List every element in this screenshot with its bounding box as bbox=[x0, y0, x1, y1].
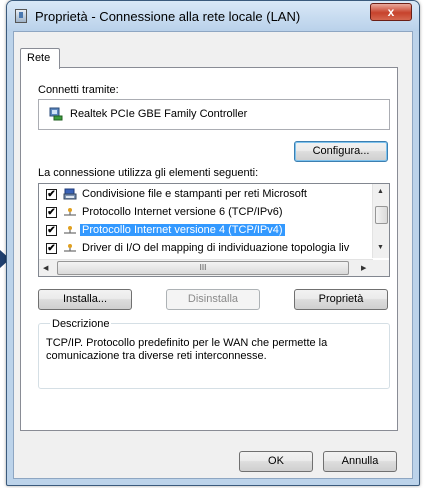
scroll-right-icon[interactable]: ▶ bbox=[361, 264, 366, 272]
window-title: Proprietà - Connessione alla rete locale… bbox=[35, 9, 301, 24]
printer-share-icon bbox=[63, 188, 77, 200]
components-list[interactable]: ✔ Condivisione file e stampanti per reti… bbox=[38, 183, 390, 277]
scroll-up-icon[interactable]: ▲ bbox=[377, 188, 384, 195]
tab-rete[interactable]: Rete bbox=[20, 48, 60, 69]
uninstall-button: Disinstalla bbox=[166, 289, 260, 310]
connect-via-label: Connetti tramite: bbox=[38, 84, 119, 96]
list-item[interactable]: ✔ Driver di I/O del mapping di individua… bbox=[39, 240, 374, 258]
protocol-icon bbox=[64, 226, 76, 234]
ok-button[interactable]: OK bbox=[239, 451, 313, 472]
description-text: TCP/IP. Protocollo predefinito per le WA… bbox=[46, 337, 328, 362]
network-adapter-icon bbox=[15, 9, 27, 23]
properties-button[interactable]: Proprietà bbox=[294, 289, 388, 310]
scroll-corner bbox=[373, 260, 389, 276]
item-label: Protocollo Internet versione 4 (TCP/IPv4… bbox=[80, 224, 285, 236]
tab-rete-label: Rete bbox=[27, 52, 51, 64]
cancel-button[interactable]: Annulla bbox=[323, 451, 397, 472]
item-checkbox[interactable]: ✔ bbox=[46, 225, 57, 236]
items-section-label: La connessione utilizza gli elementi seg… bbox=[38, 167, 259, 179]
item-label: Protocollo Internet versione 6 (TCP/IPv6… bbox=[82, 206, 283, 218]
item-label: Condivisione file e stampanti per reti M… bbox=[82, 188, 307, 200]
description-legend: Descrizione bbox=[50, 318, 112, 330]
close-button[interactable]: x bbox=[370, 3, 412, 21]
protocol-icon bbox=[64, 244, 76, 252]
item-label: Driver di I/O del mapping di individuazi… bbox=[82, 242, 350, 254]
title-bar[interactable]: Proprietà - Connessione alla rete locale… bbox=[7, 1, 419, 31]
adapter-box: Realtek PCIe GBE Family Controller bbox=[38, 99, 390, 130]
item-checkbox[interactable]: ✔ bbox=[46, 243, 57, 254]
protocol-icon bbox=[64, 208, 76, 216]
list-item-selected[interactable]: ✔ Protocollo Internet versione 4 (TCP/IP… bbox=[39, 222, 374, 240]
install-button[interactable]: Installa... bbox=[38, 289, 132, 310]
scroll-down-icon[interactable]: ▼ bbox=[377, 244, 384, 251]
item-checkbox[interactable]: ✔ bbox=[46, 207, 57, 218]
scroll-thumb[interactable] bbox=[375, 206, 388, 224]
item-checkbox[interactable]: ✔ bbox=[46, 189, 57, 200]
configure-button[interactable]: Configura... bbox=[294, 141, 388, 162]
network-card-icon bbox=[49, 107, 63, 121]
list-item[interactable]: ✔ Condivisione file e stampanti per reti… bbox=[39, 186, 374, 204]
scroll-left-icon[interactable]: ◀ bbox=[43, 264, 48, 272]
scroll-thumb-horizontal[interactable]: III bbox=[57, 261, 349, 275]
vertical-scrollbar[interactable]: ▲ ▼ bbox=[372, 184, 389, 258]
horizontal-scrollbar[interactable]: ◀ III ▶ bbox=[39, 259, 373, 276]
list-item[interactable]: ✔ Protocollo Internet versione 6 (TCP/IP… bbox=[39, 204, 374, 222]
adapter-name: Realtek PCIe GBE Family Controller bbox=[70, 108, 248, 120]
